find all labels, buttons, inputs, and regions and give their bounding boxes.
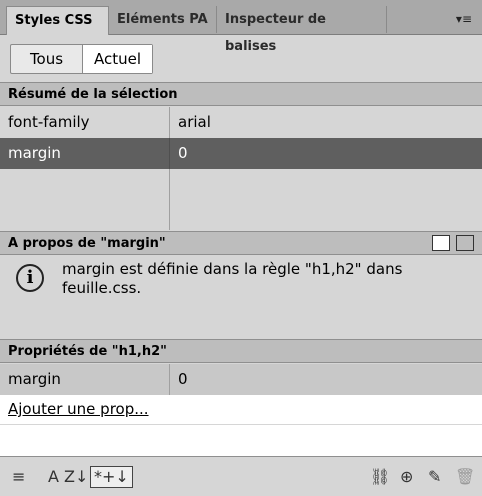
delete-icon[interactable]: 🗑	[455, 467, 475, 487]
empty-cell	[0, 169, 170, 230]
summary-title: Résumé de la sélection	[8, 87, 178, 102]
tab-inspecteur-balises[interactable]: Inspecteur de balises	[217, 6, 387, 54]
show-cascade-icon[interactable]	[456, 235, 474, 251]
attach-stylesheet-icon[interactable]: ⛓	[370, 467, 390, 487]
properties-grid: margin 0	[0, 364, 482, 395]
properties-title: Propriétés de "h1,h2"	[8, 344, 167, 359]
tab-styles-css[interactable]: Styles CSS	[6, 6, 109, 35]
about-info-panel: i margin est définie dans la règle "h1,h…	[0, 256, 482, 339]
about-view-toggle	[432, 235, 474, 251]
tab-bar: Styles CSS Eléments PA Inspecteur de bal…	[0, 0, 482, 54]
mode-actuel-button[interactable]: Actuel	[83, 45, 152, 73]
new-rule-icon[interactable]: ⊕	[400, 467, 413, 487]
css-styles-panel: Styles CSS Eléments PA Inspecteur de bal…	[0, 0, 482, 496]
about-header: A propos de "margin"	[0, 231, 482, 255]
property-value[interactable]: 0	[170, 364, 482, 395]
add-property-link[interactable]: Ajouter une prop...	[8, 400, 149, 418]
summary-header: Résumé de la sélection	[0, 82, 482, 106]
about-text: margin est définie dans la règle "h1,h2"…	[62, 260, 403, 297]
properties-row[interactable]: margin 0	[0, 364, 482, 395]
show-info-icon[interactable]	[432, 235, 450, 251]
properties-empty-area	[0, 425, 482, 456]
about-title: A propos de "margin"	[8, 236, 166, 251]
property-name: margin	[0, 138, 170, 169]
panel-menu-icon[interactable]: ▾≡	[456, 12, 472, 26]
property-value: arial	[178, 113, 211, 131]
property-value: 0	[178, 144, 188, 162]
property-name: margin	[0, 364, 170, 395]
category-view-icon[interactable]: ≡	[12, 467, 25, 487]
tab-elements-pa[interactable]: Eléments PA	[109, 6, 217, 33]
set-properties-only-icon[interactable]: *+↓	[90, 466, 133, 488]
mode-switch: Tous Actuel	[10, 44, 153, 74]
property-name: font-family	[0, 107, 170, 138]
mode-tous-button[interactable]: Tous	[11, 45, 83, 73]
properties-header: Propriétés de "h1,h2"	[0, 339, 482, 363]
summary-empty-row	[0, 169, 482, 230]
empty-cell	[170, 169, 482, 230]
alpha-sort-icon[interactable]: A Z↓	[48, 467, 88, 487]
edit-icon[interactable]: ✎	[428, 467, 441, 487]
add-property-row[interactable]: Ajouter une prop...	[0, 395, 482, 424]
summary-row[interactable]: font-family arial	[0, 107, 482, 138]
summary-grid: font-family arial margin 0	[0, 107, 482, 230]
info-icon: i	[16, 264, 44, 292]
bottom-toolbar: ≡ A Z↓ *+↓ ⛓ ⊕ ✎ 🗑	[0, 456, 482, 496]
summary-row-selected[interactable]: margin 0	[0, 138, 482, 169]
